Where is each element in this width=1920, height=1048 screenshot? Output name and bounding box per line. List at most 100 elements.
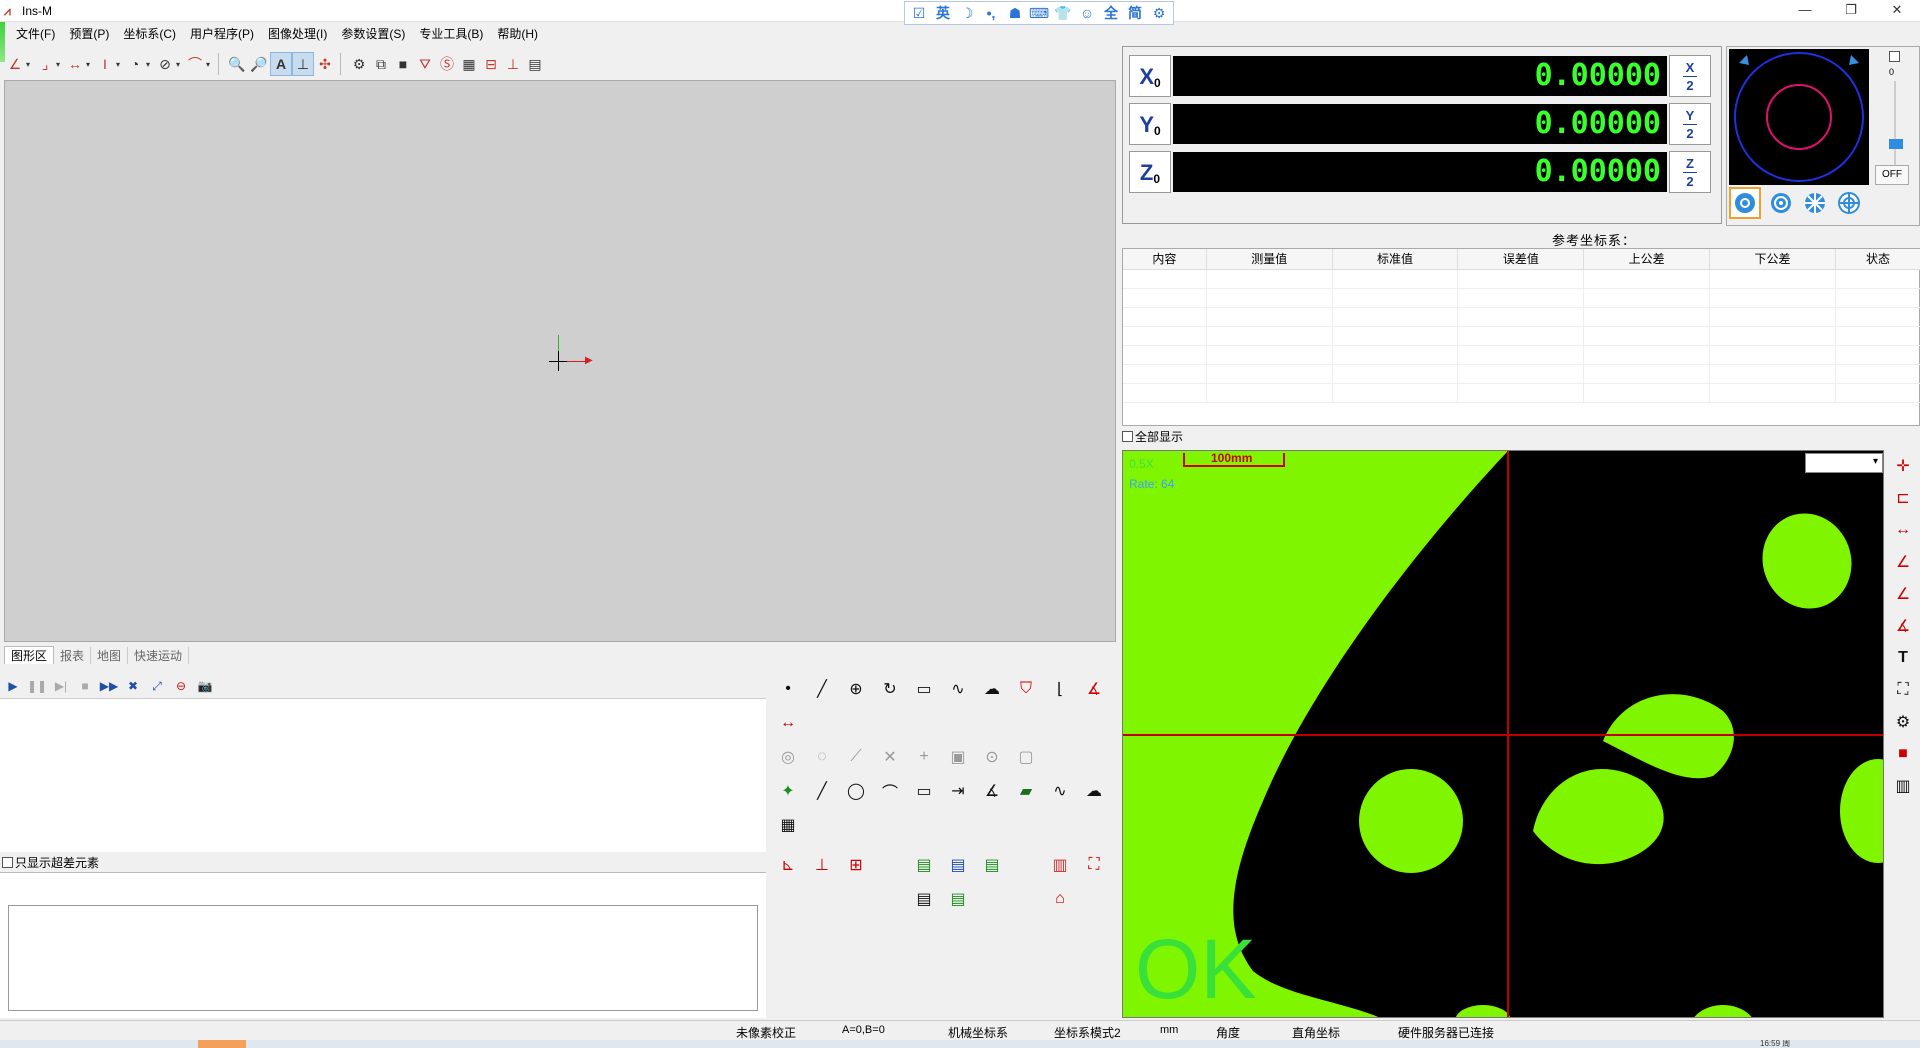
align-icon[interactable]: ⊟ xyxy=(480,52,502,76)
y-zero-button[interactable]: Y0 xyxy=(1129,103,1171,145)
results-table[interactable]: 内容 测量值 标准值 误差值 上公差 下公差 状态 xyxy=(1122,248,1920,426)
point-tool-icon[interactable]: • xyxy=(772,674,804,704)
menu-parameters[interactable]: 参数设置(S) xyxy=(341,25,405,42)
program-list[interactable] xyxy=(0,698,766,852)
table-row[interactable] xyxy=(1123,269,1920,289)
auto-distance-icon[interactable]: ⇥ xyxy=(942,776,974,806)
width-measure-icon[interactable]: ↔ xyxy=(1888,514,1918,546)
play-icon[interactable]: ▶ xyxy=(2,675,24,697)
ime-keyboard-icon[interactable]: ⌨ xyxy=(1029,3,1049,23)
ime-simplified-toggle[interactable]: 简 xyxy=(1125,3,1145,23)
auto-curve-icon[interactable]: ∿ xyxy=(1044,776,1076,806)
camera-capture-icon[interactable]: 📷 xyxy=(194,675,216,697)
export-cad-icon[interactable]: ▤ xyxy=(976,850,1008,880)
graphics-canvas[interactable]: ▶ xyxy=(4,80,1116,642)
fullscreen-icon[interactable]: ⛶ xyxy=(1888,674,1918,706)
menu-preset[interactable]: 预置(P) xyxy=(69,25,109,42)
checkbox-box[interactable] xyxy=(2,856,13,868)
rectangle-tool-icon[interactable]: ▭ xyxy=(908,674,940,704)
barcode-icon[interactable]: ▥ xyxy=(1888,770,1918,802)
ring-icon[interactable]: ◌ xyxy=(806,742,838,772)
dropdown-arrow-icon[interactable]: ▾ xyxy=(86,60,94,69)
crosshair-icon[interactable]: ✛ xyxy=(1888,450,1918,482)
vertical-distance-icon[interactable]: I xyxy=(94,52,116,76)
image-construct-icon[interactable]: ▣ xyxy=(942,742,974,772)
ime-english-toggle[interactable]: 英 xyxy=(933,3,953,23)
camera-settings-icon[interactable]: ⚙ xyxy=(1888,706,1918,738)
table-row[interactable] xyxy=(1123,364,1920,384)
table-row[interactable] xyxy=(1123,326,1920,346)
x-zero-button[interactable]: X0 xyxy=(1129,55,1171,97)
results-column-header[interactable]: 内容 xyxy=(1123,249,1207,270)
taskbar-app-indicator[interactable] xyxy=(198,1040,246,1048)
results-column-header[interactable]: 误差值 xyxy=(1457,249,1585,270)
results-column-header[interactable]: 下公差 xyxy=(1709,249,1836,270)
tab-map[interactable]: 地图 xyxy=(91,646,129,664)
record-video-icon[interactable]: ■ xyxy=(1888,738,1918,770)
midpoint-icon[interactable]: ⟋ xyxy=(840,742,872,772)
export-word-icon[interactable]: ▤ xyxy=(942,850,974,880)
angle-measure-icon[interactable]: ∡ xyxy=(1078,674,1110,704)
ime-check-icon[interactable]: ☑ xyxy=(909,3,929,23)
step-next-icon[interactable]: ▶| xyxy=(50,675,72,697)
zoom-out-icon[interactable]: 🔎 xyxy=(248,52,270,76)
tab-report[interactable]: 报表 xyxy=(54,646,92,664)
line-tool-icon[interactable]: ╱ xyxy=(806,674,838,704)
x-half-button[interactable]: X2 xyxy=(1669,55,1711,97)
checkbox-box[interactable] xyxy=(1122,431,1133,442)
light-checkbox[interactable] xyxy=(1889,51,1900,65)
grid-tool-icon[interactable]: ▦ xyxy=(458,52,480,76)
y-half-button[interactable]: Y2 xyxy=(1669,103,1711,145)
dropdown-arrow-icon[interactable]: ▾ xyxy=(146,60,154,69)
y-angle-icon[interactable]: ∠ xyxy=(1888,578,1918,610)
angle-tool-icon[interactable]: ∠ xyxy=(4,52,26,76)
ime-settings-icon[interactable]: ⚙ xyxy=(1149,3,1169,23)
stop-circle-icon[interactable]: ⊖ xyxy=(170,675,192,697)
menu-user-program[interactable]: 用户程序(P) xyxy=(190,25,254,42)
cross-construct-icon[interactable]: + xyxy=(908,742,940,772)
ime-user-icon[interactable]: ☗ xyxy=(1005,3,1025,23)
height-gauge-icon[interactable]: ⛉ xyxy=(1010,674,1042,704)
dropdown-arrow-icon[interactable]: ▾ xyxy=(56,60,64,69)
ring-light-icon[interactable] xyxy=(1729,187,1761,219)
auto-contour-icon[interactable]: ☁ xyxy=(1078,776,1110,806)
auto-circle-icon[interactable]: ◯ xyxy=(840,776,872,806)
minimize-button[interactable]: — xyxy=(1782,0,1828,22)
maximize-button[interactable]: ❐ xyxy=(1828,0,1874,22)
x-angle-icon[interactable]: ∠ xyxy=(1888,546,1918,578)
light-slider[interactable] xyxy=(1883,81,1907,171)
table-row[interactable] xyxy=(1123,345,1920,365)
coord-save-icon[interactable]: ⊞ xyxy=(840,850,872,880)
frame-construct-icon[interactable]: ▢ xyxy=(1010,742,1042,772)
fill-icon[interactable]: ■ xyxy=(392,52,414,76)
segment-light-icon[interactable] xyxy=(1799,187,1831,219)
step-icon[interactable]: ⊥ xyxy=(502,52,524,76)
menu-pro-tools[interactable]: 专业工具(B) xyxy=(419,25,483,42)
auto-line-icon[interactable]: ╱ xyxy=(806,776,838,806)
camera-mode-select[interactable]: ▾ xyxy=(1805,453,1883,473)
only-exceed-checkbox[interactable]: 只显示超差元素 xyxy=(2,854,99,870)
menu-image-processing[interactable]: 图像处理(I) xyxy=(268,25,327,42)
auto-point-icon[interactable]: ✦ xyxy=(772,776,804,806)
close-button[interactable]: ✕ xyxy=(1874,0,1920,22)
concentric-icon[interactable]: ◎ xyxy=(772,742,804,772)
auto-arc-icon[interactable]: ⌒ xyxy=(874,776,906,806)
ime-punct-icon[interactable]: •, xyxy=(981,3,1001,23)
table-row[interactable] xyxy=(1123,288,1920,308)
stop-icon[interactable]: ■ xyxy=(74,675,96,697)
ime-skin-icon[interactable]: 👕 xyxy=(1053,3,1073,23)
auto-angle-icon[interactable]: ∡ xyxy=(976,776,1008,806)
results-column-header[interactable]: 测量值 xyxy=(1206,249,1333,270)
angle-annotation-icon[interactable]: ∡ xyxy=(1888,610,1918,642)
circle-diameter-icon[interactable]: ⊘ xyxy=(154,52,176,76)
layer-icon[interactable]: ⧉ xyxy=(370,52,392,76)
export-txt-icon[interactable]: ▤ xyxy=(908,884,940,914)
results-column-header[interactable]: 标准值 xyxy=(1332,249,1459,270)
settings-icon[interactable]: ⚙ xyxy=(348,52,370,76)
fast-forward-icon[interactable]: ▶▶ xyxy=(98,675,120,697)
light-off-button[interactable]: OFF xyxy=(1875,165,1909,185)
element-list-box[interactable] xyxy=(8,905,758,1011)
tab-quick-move[interactable]: 快速运动 xyxy=(128,646,190,664)
z-zero-button[interactable]: Z0 xyxy=(1129,151,1171,193)
auto-rect-icon[interactable]: ▭ xyxy=(908,776,940,806)
